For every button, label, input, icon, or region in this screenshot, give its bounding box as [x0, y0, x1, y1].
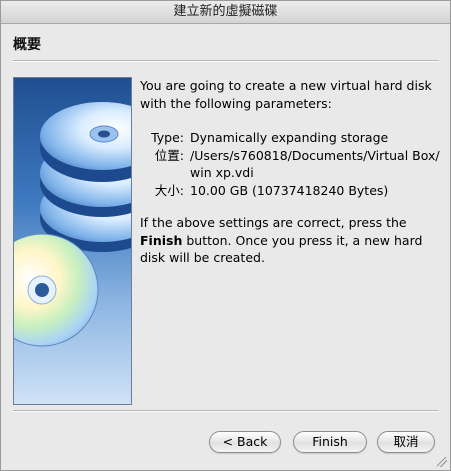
- intro-text: You are going to create a new virtual ha…: [140, 78, 432, 111]
- confirmation-note: If the above settings are correct, press…: [140, 214, 440, 267]
- window-title: 建立新的虛擬磁碟: [1, 1, 450, 24]
- param-key: Type:: [151, 130, 184, 145]
- back-button[interactable]: < Back: [209, 431, 281, 453]
- note-finish-word: Finish: [140, 232, 183, 248]
- finish-button[interactable]: Finish: [293, 431, 367, 453]
- divider-top: [13, 60, 439, 62]
- param-value: Dynamically expanding storage: [190, 130, 389, 145]
- parameter-list: Type: Dynamically expanding storage 位置: …: [144, 129, 440, 199]
- param-key: 位置:: [154, 147, 184, 163]
- note-text-after: button. Once you press it, a new hard di…: [140, 232, 423, 266]
- cancel-button[interactable]: 取消: [377, 431, 435, 453]
- note-text-before: If the above settings are correct, press…: [140, 215, 407, 230]
- wizard-window: 建立新的虛擬磁碟 概要 You are going to create a ne…: [0, 0, 451, 471]
- resize-grip-icon[interactable]: [437, 457, 447, 467]
- param-row-size: 大小: 10.00 GB (10737418240 Bytes): [144, 182, 440, 200]
- disk-stack-illustration: [13, 77, 132, 405]
- param-row-location: 位置: /Users/s760818/Documents/Virtual Box…: [144, 147, 440, 182]
- param-key: 大小:: [154, 182, 184, 198]
- summary-content: You are going to create a new virtual ha…: [140, 77, 440, 279]
- param-value: 10.00 GB (10737418240 Bytes): [190, 182, 389, 198]
- section-title: 概要: [13, 37, 41, 53]
- param-value: /Users/s760818/Documents/Virtual Box/win…: [190, 147, 440, 181]
- divider-bottom: [13, 410, 439, 412]
- param-row-type: Type: Dynamically expanding storage: [144, 129, 440, 147]
